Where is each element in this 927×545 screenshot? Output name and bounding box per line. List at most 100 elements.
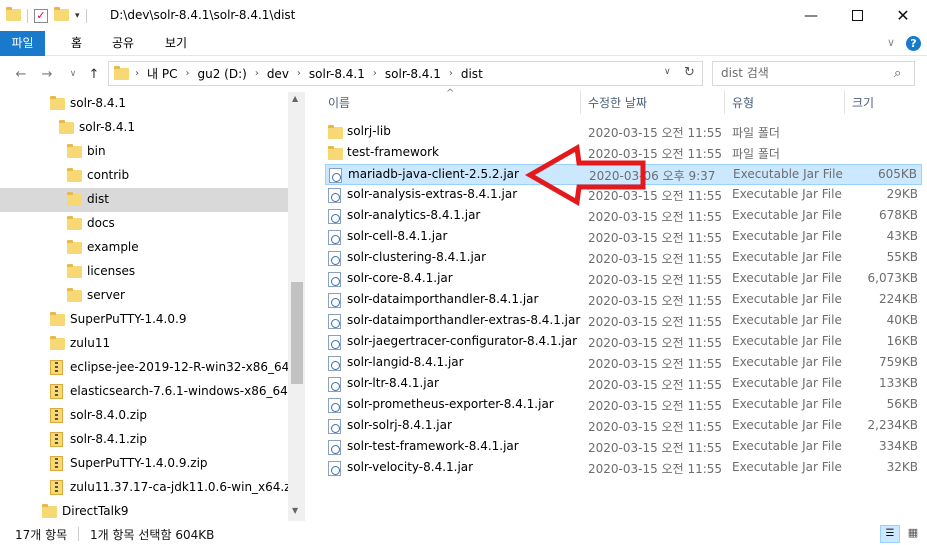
column-header-size[interactable]: 크기	[852, 94, 874, 111]
column-header-type[interactable]: 유형	[732, 94, 754, 111]
jar-icon	[328, 209, 343, 224]
new-folder-icon[interactable]	[54, 6, 69, 24]
file-name: solr-langid-8.4.1.jar	[347, 355, 464, 369]
tree-item[interactable]: elasticsearch-7.6.1-windows-x86_64.zip	[0, 380, 288, 404]
folder-icon	[67, 288, 82, 305]
file-date: 2020-03-15 오전 11:55	[588, 294, 723, 308]
minimize-button[interactable]: —	[788, 0, 834, 31]
file-row[interactable]: solr-analytics-8.4.1.jar 2020-03-15 오전 11…	[325, 206, 922, 227]
folder-icon	[114, 66, 129, 83]
tree-item[interactable]: bin	[0, 140, 288, 164]
tree-item[interactable]: DirectTalk9	[0, 500, 288, 521]
recent-locations-button[interactable]: ∨	[62, 63, 84, 85]
file-date: 2020-03-06 오후 9:37	[589, 169, 716, 183]
up-button[interactable]: ↑	[83, 63, 105, 85]
file-row[interactable]: solr-dataimporthandler-extras-8.4.1.jar 2…	[325, 311, 922, 332]
file-name: test-framework	[347, 145, 439, 159]
tree-item[interactable]: licenses	[0, 260, 288, 284]
tree-item[interactable]: dist	[0, 188, 288, 212]
chevron-right-icon: ›	[448, 68, 453, 79]
scroll-up-icon[interactable]: ▲	[292, 94, 298, 103]
file-size: 29KB	[886, 187, 918, 201]
file-row[interactable]: solr-test-framework-8.4.1.jar 2020-03-15 …	[325, 437, 922, 458]
tree-item[interactable]: server	[0, 284, 288, 308]
tree-item-label: bin	[87, 144, 106, 158]
details-view-icon[interactable]: ☰	[880, 525, 900, 543]
file-type: Executable Jar File	[732, 334, 842, 348]
tab-view[interactable]: 보기	[152, 31, 200, 56]
back-button[interactable]: ←	[10, 63, 32, 85]
file-type: Executable Jar File	[732, 460, 842, 474]
file-row[interactable]: solr-core-8.4.1.jar 2020-03-15 오전 11:55 Ex…	[325, 269, 922, 290]
breadcrumb-drive[interactable]: gu2 (D:)	[191, 67, 252, 81]
column-header-name[interactable]: 이름	[328, 94, 350, 111]
navigation-pane-scroll-thumb[interactable]	[291, 282, 303, 384]
navigation-pane: solr-8.4.1 solr-8.4.1 bin contrib dist docs ex…	[0, 92, 288, 521]
file-row[interactable]: solr-solrj-8.4.1.jar 2020-03-15 오전 11:55 E…	[325, 416, 922, 437]
tree-item[interactable]: zulu11.37.17-ca-jdk11.0.6-win_x64.zip	[0, 476, 288, 500]
jar-icon	[328, 419, 343, 434]
column-divider[interactable]	[844, 90, 845, 114]
tree-item-label: example	[87, 240, 139, 254]
tree-item[interactable]: SuperPuTTY-1.4.0.9.zip	[0, 452, 288, 476]
tree-item[interactable]: contrib	[0, 164, 288, 188]
file-size: 224KB	[878, 292, 918, 306]
breadcrumb-solr-inner[interactable]: solr-8.4.1	[379, 67, 447, 81]
tab-home[interactable]: 홈	[58, 31, 95, 56]
file-date: 2020-03-15 오전 11:55	[588, 189, 723, 203]
column-divider[interactable]	[580, 90, 581, 114]
customize-dropdown-icon[interactable]: ▾	[75, 11, 80, 21]
file-row[interactable]: solr-velocity-8.4.1.jar 2020-03-15 오전 11:…	[325, 458, 922, 479]
scroll-down-icon[interactable]: ▼	[292, 506, 298, 515]
tree-item[interactable]: solr-8.4.1	[0, 116, 288, 140]
tree-item[interactable]: eclipse-jee-2019-12-R-win32-x86_64.zip	[0, 356, 288, 380]
tree-item[interactable]: solr-8.4.1.zip	[0, 428, 288, 452]
file-row[interactable]: solr-jaegertracer-configurator-8.4.1.jar…	[325, 332, 922, 353]
file-name: solr-prometheus-exporter-8.4.1.jar	[347, 397, 554, 411]
tree-item[interactable]: example	[0, 236, 288, 260]
search-input[interactable]: dist 검색	[712, 61, 915, 86]
file-name: solr-dataimporthandler-extras-8.4.1.jar	[347, 313, 581, 327]
file-explorer-window: ✓ ▾ D:\dev\solr-8.4.1\solr-8.4.1\dist — …	[0, 0, 927, 545]
tree-item[interactable]: SuperPuTTY-1.4.0.9	[0, 308, 288, 332]
maximize-button[interactable]	[834, 0, 880, 31]
file-row[interactable]: solr-prometheus-exporter-8.4.1.jar 2020-0…	[325, 395, 922, 416]
address-dropdown-icon[interactable]: ∨	[664, 67, 671, 77]
refresh-icon[interactable]: ↻	[684, 65, 695, 80]
file-row[interactable]: solr-langid-8.4.1.jar 2020-03-15 오전 11:55…	[325, 353, 922, 374]
sort-up-icon: ^	[446, 88, 455, 99]
breadcrumb-solr[interactable]: solr-8.4.1	[303, 67, 371, 81]
address-bar[interactable]: › 내 PC › gu2 (D:) › dev › solr-8.4.1 › s…	[108, 61, 703, 86]
file-type: Executable Jar File	[732, 292, 842, 306]
file-row[interactable]: solr-ltr-8.4.1.jar 2020-03-15 오전 11:55 Exe…	[325, 374, 922, 395]
tab-share[interactable]: 공유	[99, 31, 147, 56]
properties-check-icon[interactable]: ✓	[34, 9, 48, 23]
tree-item[interactable]: solr-8.4.1	[0, 92, 288, 116]
zip-icon	[50, 456, 63, 474]
expand-ribbon-icon[interactable]: ∨	[887, 36, 895, 49]
help-icon[interactable]: ?	[906, 36, 921, 51]
breadcrumb-dist[interactable]: dist	[455, 67, 489, 81]
column-divider[interactable]	[724, 90, 725, 114]
tree-item[interactable]: solr-8.4.0.zip	[0, 404, 288, 428]
file-row[interactable]: mariadb-java-client-2.5.2.jar 2020-03-06 …	[325, 164, 922, 185]
jar-icon	[328, 356, 343, 371]
breadcrumb-dev[interactable]: dev	[261, 67, 295, 81]
file-row[interactable]: solrj-lib 2020-03-15 오전 11:55 파일 폴더	[325, 122, 922, 143]
column-header-date[interactable]: 수정한 날짜	[588, 94, 647, 111]
file-row[interactable]: solr-dataimporthandler-8.4.1.jar 2020-03-…	[325, 290, 922, 311]
tree-item[interactable]: zulu11	[0, 332, 288, 356]
file-row[interactable]: solr-clustering-8.4.1.jar 2020-03-15 오전 1…	[325, 248, 922, 269]
tree-item[interactable]: docs	[0, 212, 288, 236]
large-icons-view-icon[interactable]: ▦	[903, 525, 923, 543]
file-row[interactable]: solr-cell-8.4.1.jar 2020-03-15 오전 11:55 Ex…	[325, 227, 922, 248]
file-type: Executable Jar File	[732, 313, 842, 327]
jar-icon	[328, 335, 343, 350]
forward-button[interactable]: →	[36, 63, 58, 85]
tab-file[interactable]: 파일	[0, 31, 45, 56]
jar-icon	[328, 398, 343, 413]
file-row[interactable]: test-framework 2020-03-15 오전 11:55 파일 폴더	[325, 143, 922, 164]
breadcrumb-this-pc[interactable]: 내 PC	[141, 65, 183, 82]
file-row[interactable]: solr-analysis-extras-8.4.1.jar 2020-03-15…	[325, 185, 922, 206]
close-button[interactable]: ✕	[880, 0, 926, 31]
